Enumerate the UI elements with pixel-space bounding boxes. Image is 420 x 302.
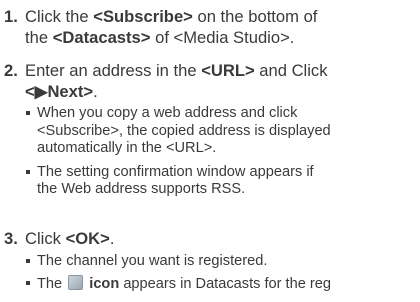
- text: Click: [25, 229, 66, 248]
- text: of <Media Studio>.: [150, 28, 295, 47]
- step-text-line: Enter an address in the <URL> and Click: [25, 60, 328, 81]
- note-text-line: The icon appears in Datacasts for the re…: [37, 274, 331, 294]
- step-text-line: Click <OK>.: [25, 228, 114, 249]
- note-text: automatically in the <URL>.: [37, 140, 217, 156]
- step-3: 3. Click <OK>.: [0, 228, 114, 249]
- step-number: 1.: [4, 7, 18, 26]
- instruction-page: 1. Click the <Subscribe> on the bottom o…: [0, 0, 420, 302]
- text: and Click: [254, 61, 328, 80]
- text: .: [109, 229, 115, 248]
- text: Click the: [25, 7, 94, 26]
- datacasts-label: <Datacasts>: [52, 28, 151, 47]
- note-bullet: The channel you want is registered.: [25, 253, 331, 271]
- icon-word: icon: [89, 275, 120, 292]
- text: .: [93, 82, 98, 101]
- step-number: 3.: [4, 229, 18, 248]
- note-text: <Subscribe>, the copied address is displ…: [37, 122, 331, 139]
- rss-channel-icon: [68, 274, 84, 290]
- note-text: The channel you want is registered.: [37, 253, 268, 269]
- note-text: appears in Datacasts for the reg: [119, 275, 331, 292]
- note-text: When you copy a web address and click: [37, 105, 298, 121]
- text: the: [25, 28, 53, 47]
- step-3-notes: The channel you want is registered. The …: [0, 253, 331, 293]
- text: on the bottom of: [192, 7, 318, 26]
- next-label: <▶Next>: [25, 82, 94, 101]
- step-text-line: the <Datacasts> of <Media Studio>.: [25, 27, 317, 48]
- step-1: 1. Click the <Subscribe> on the bottom o…: [0, 6, 317, 48]
- ok-label: <OK>: [65, 229, 110, 248]
- note-text: The setting confirmation window appears …: [37, 163, 314, 180]
- note-text: The: [37, 275, 67, 292]
- subscribe-label: <Subscribe>: [93, 7, 193, 26]
- note-bullet: The setting confirmation window appears …: [25, 164, 331, 199]
- note-bullet: When you copy a web address and click <S…: [25, 105, 331, 158]
- step-2: 2. Enter an address in the <URL> and Cli…: [0, 60, 328, 102]
- text: Enter an address in the: [25, 61, 202, 80]
- step-text-line: Click the <Subscribe> on the bottom of: [25, 6, 317, 27]
- step-number: 2.: [4, 61, 18, 80]
- step-2-notes: When you copy a web address and click <S…: [0, 105, 331, 199]
- step-text-line: <▶Next>.: [25, 81, 328, 102]
- note-bullet: The icon appears in Datacasts for the re…: [25, 274, 331, 294]
- url-label: <URL>: [201, 61, 255, 80]
- note-text: the Web address supports RSS.: [37, 181, 246, 197]
